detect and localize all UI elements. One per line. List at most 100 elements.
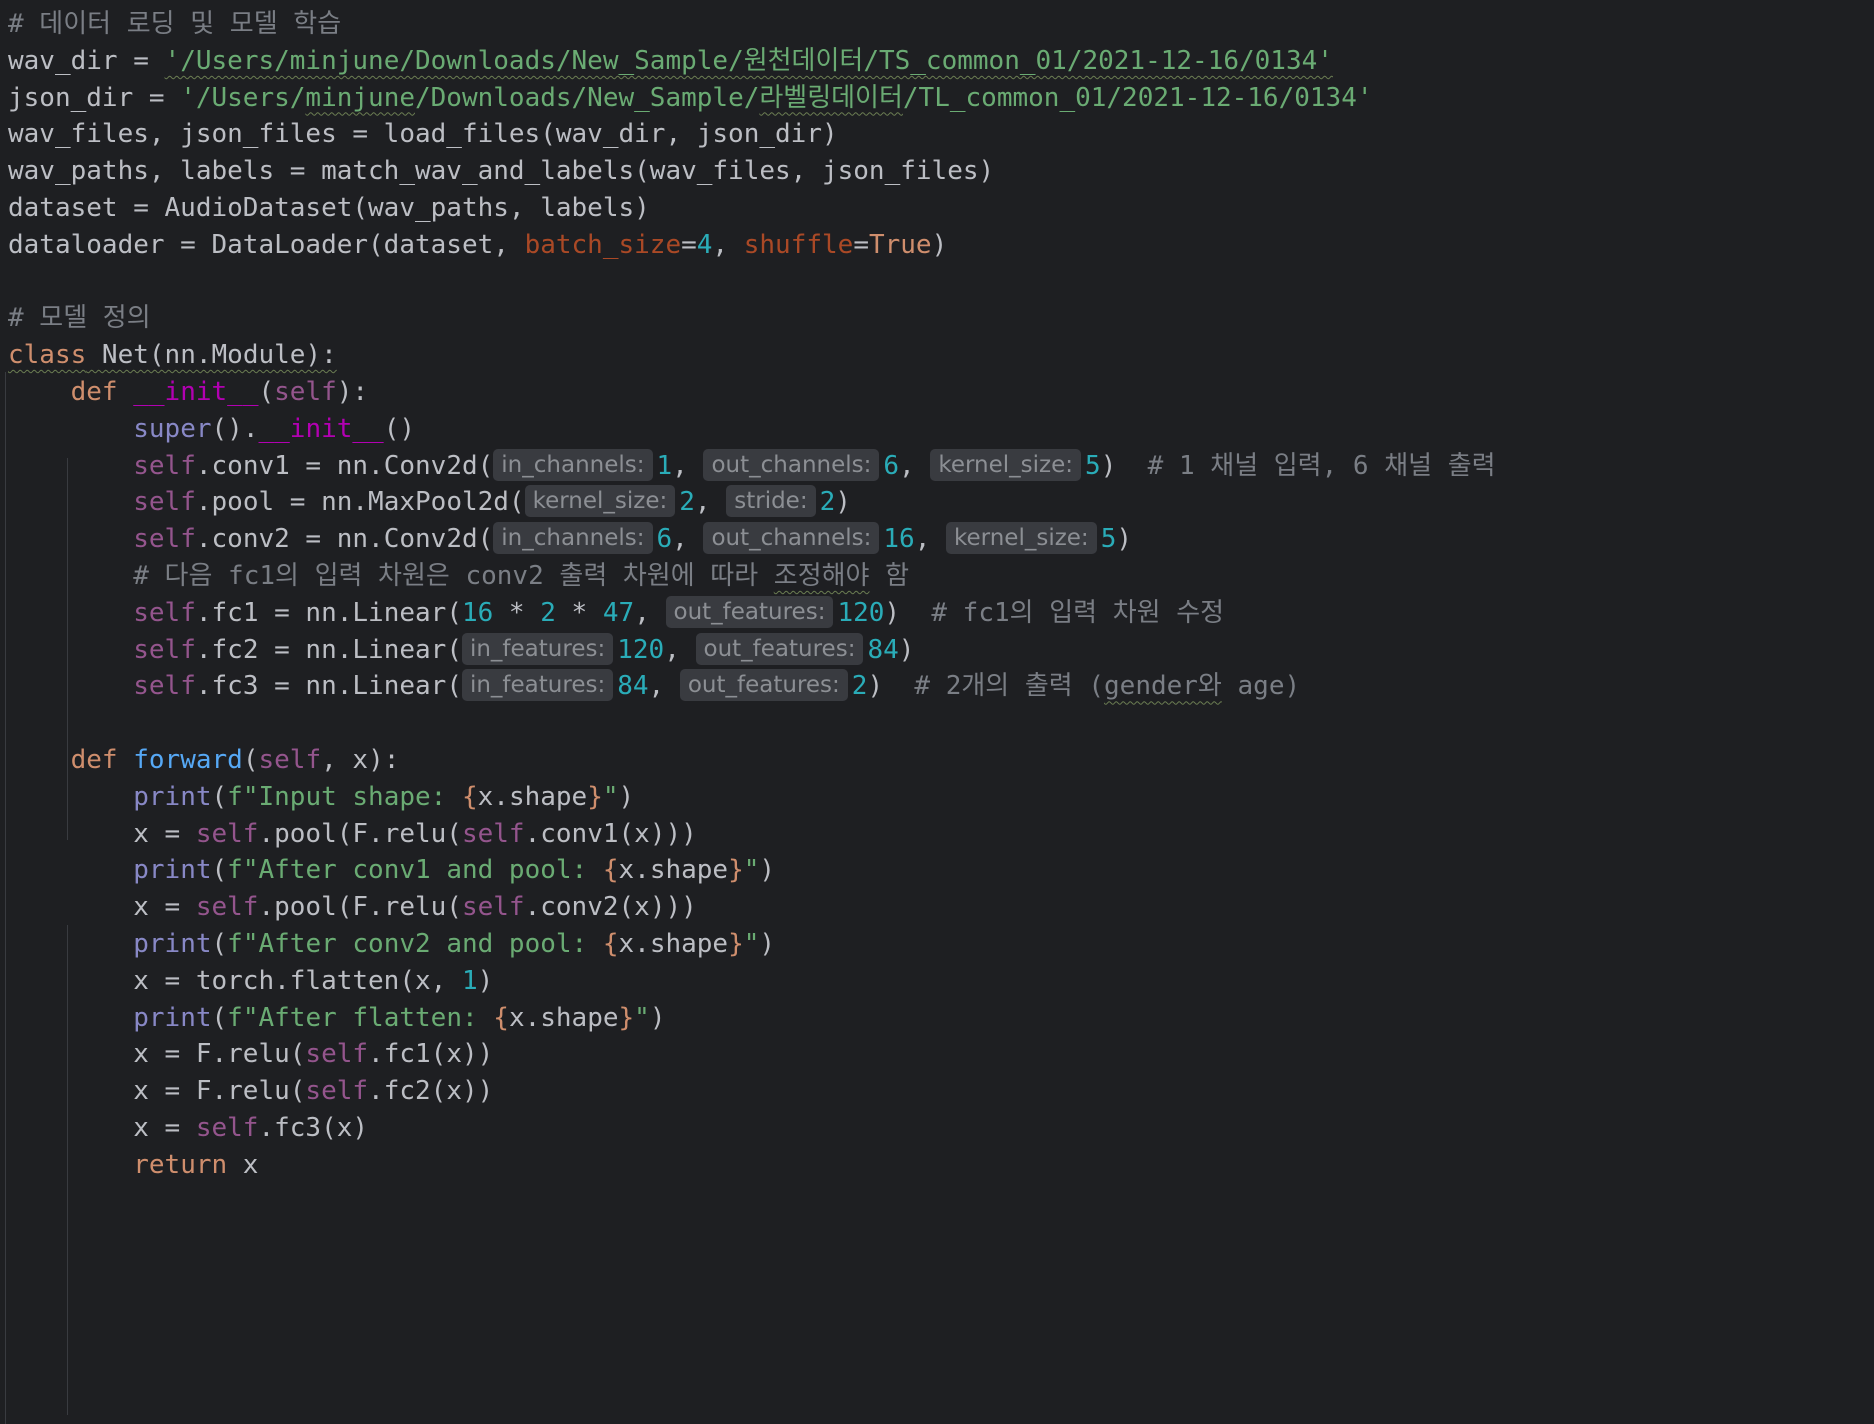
code-line[interactable]: self.fc3 = nn.Linear(in_features: 84, out… <box>8 664 1300 708</box>
parameter-hint: out_channels: <box>703 522 880 555</box>
code-token: self <box>133 671 196 702</box>
code-token: { <box>461 781 478 812</box>
code-token: def <box>70 377 118 407</box>
code-token: .fc2(x)) <box>368 1076 494 1107</box>
code-token: } <box>587 781 603 812</box>
code-token: , <box>712 229 744 260</box>
code-token: x = F.relu( <box>8 1039 306 1070</box>
code-token: .conv1(x))) <box>524 818 697 849</box>
code-token: .conv2(x))) <box>524 892 697 923</box>
code-line[interactable]: dataloader = DataLoader(dataset, batch_s… <box>8 223 947 267</box>
code-token: () <box>383 413 416 444</box>
code-token: } <box>618 1002 635 1033</box>
code-token: , x): <box>321 745 400 775</box>
code-token: wav_files, json_files = load_files(wav_d… <box>8 119 838 150</box>
code-token: gender와 <box>1104 671 1222 702</box>
code-token: self <box>133 450 196 481</box>
code-token: self <box>305 1076 369 1107</box>
code-editor[interactable]: # 데이터 로딩 및 모델 학습 wav_dir = '/Users/minjun… <box>0 0 1874 1424</box>
code-token: self <box>133 524 196 555</box>
code-token: dataloader = DataLoader(dataset, <box>8 229 525 260</box>
code-token: , <box>648 671 680 702</box>
code-token: self <box>305 1039 369 1070</box>
code-token: dataset = AudioDataset(wav_paths, labels… <box>8 193 650 223</box>
parameter-hint: in_features: <box>461 669 614 702</box>
code-token: 6 <box>883 450 900 481</box>
code-token: ( <box>211 1002 228 1033</box>
code-token: x = <box>8 818 196 849</box>
code-token: { <box>602 929 619 959</box>
code-token: batch_size <box>524 229 682 260</box>
code-token: .pool(F.relu( <box>258 818 462 849</box>
code-token: self <box>133 597 196 628</box>
code-token: self <box>258 745 322 775</box>
code-token: x <box>227 1149 259 1180</box>
code-token: ) <box>618 781 635 812</box>
code-token: json_dir = <box>8 82 181 113</box>
code-token: " <box>743 855 760 886</box>
code-token: } <box>728 855 744 886</box>
code-token: f"Input shape: <box>227 781 462 812</box>
code-token: self <box>461 818 525 849</box>
parameter-hint: in_channels: <box>493 448 653 481</box>
code-token: .fc1 = nn.Linear( <box>195 597 462 628</box>
code-token: ( <box>211 855 228 886</box>
parameter-hint: kernel_size: <box>930 448 1082 481</box>
parameter-hint: kernel_size: <box>946 522 1097 555</box>
code-token: print <box>133 1002 212 1033</box>
parameter-hint: in_features: <box>461 632 614 665</box>
code-token: , <box>664 634 696 665</box>
code-line[interactable]: return x <box>8 1143 258 1187</box>
code-token: '/Users/ <box>180 82 306 113</box>
code-token: 4 <box>696 229 713 260</box>
code-token: # 1 채널 입력, 6 채널 출력 <box>1147 450 1496 481</box>
code-token: , <box>899 450 931 481</box>
code-token: ) <box>759 855 776 886</box>
parameter-hint: kernel_size: <box>524 485 676 518</box>
parameter-hint: out_features: <box>665 595 834 628</box>
code-token: self <box>133 487 196 518</box>
code-token: .fc3 = nn.Linear( <box>195 671 462 702</box>
code-token: 1 <box>656 450 673 481</box>
parameter-hint: in_channels: <box>493 522 653 555</box>
code-token: __init__ <box>133 377 259 407</box>
code-token: .pool = nn.MaxPool2d( <box>195 487 525 518</box>
code-token: 47 <box>602 597 635 628</box>
code-token: wav_dir = <box>8 45 165 76</box>
code-token: def <box>70 745 118 775</box>
code-token: ( <box>211 929 228 959</box>
code-token: /TL_common_01/2021-12-16/0134' <box>902 82 1373 113</box>
code-token: ( <box>258 377 275 407</box>
code-token: , <box>672 524 704 555</box>
code-token: self <box>133 634 196 665</box>
code-token: ) <box>867 671 915 702</box>
code-token: .fc2 = nn.Linear( <box>195 634 462 665</box>
code-token: ) <box>1100 450 1148 481</box>
code-token: = <box>681 229 697 260</box>
code-token: , <box>672 450 704 481</box>
code-token: " <box>634 1002 650 1033</box>
code-token: ) <box>477 965 494 996</box>
code-token: x.shape <box>618 929 729 959</box>
code-token: 1 <box>461 965 478 996</box>
code-token: __init__ <box>258 413 384 444</box>
parameter-hint: out_channels: <box>703 448 880 481</box>
code-token: return <box>133 1149 228 1180</box>
indent-guide <box>5 372 6 1424</box>
code-token: f"After conv1 and pool: <box>227 855 603 886</box>
code-token: } <box>728 929 744 959</box>
code-token: " <box>743 929 760 959</box>
code-token: x.shape <box>618 855 729 886</box>
code-token: forward <box>133 745 243 775</box>
code-token: True <box>868 229 932 260</box>
code-token: 84 <box>867 634 899 665</box>
